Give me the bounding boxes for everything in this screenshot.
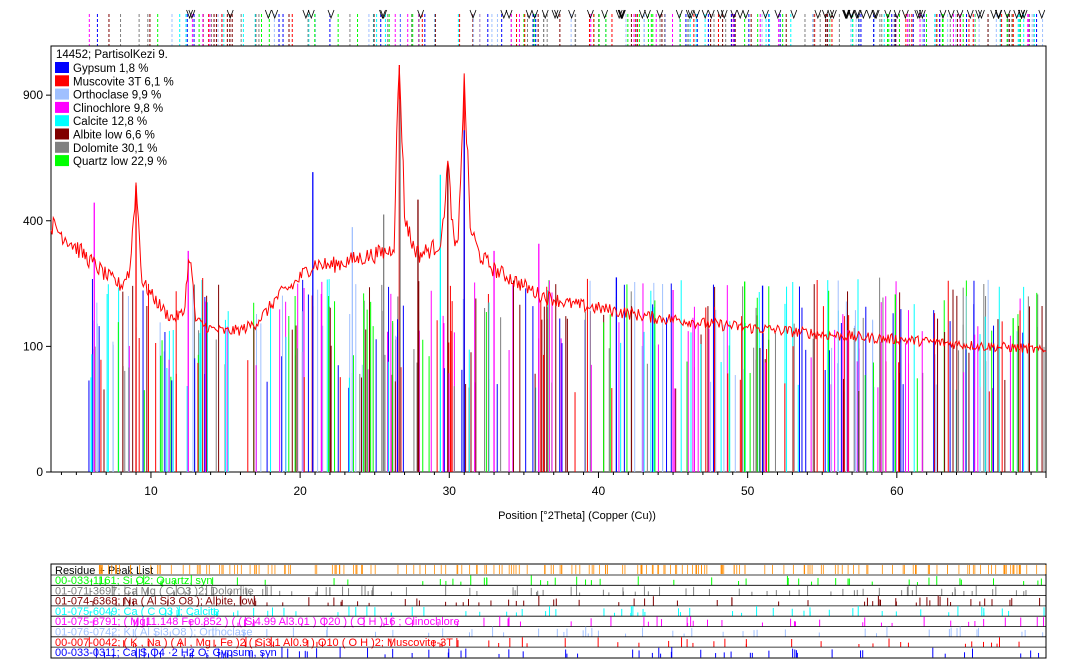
y-tick-label: 0 [36,465,43,479]
top-peak-arrow [742,9,750,20]
top-peak-arrow [264,9,272,20]
top-peak-arrow [736,9,744,20]
legend-swatch [55,101,69,113]
top-peak-arrow [790,9,798,20]
legend-swatch [55,88,69,100]
legend-entry-label: Clinochlore 9,8 % [73,103,163,115]
y-tick-label: 900 [23,88,43,102]
legend-swatch [55,128,69,140]
x-axis: 10 20 30 40 50 60 [60,472,1047,498]
top-peak-arrow [866,9,874,20]
x-tick-label: 60 [890,484,904,498]
top-peak-arrow [762,9,769,20]
top-peak-arrow [966,9,974,20]
top-peak-arrow [327,9,335,20]
legend-entry-label: Muscovite 3T 6,1 % [73,76,174,88]
top-peak-arrow [601,9,609,20]
y-tick-label: 100 [23,339,43,353]
top-peak-arrow [525,9,533,20]
reference-pattern-strip: Residue + Peak List 00-033-1161; Si O2; … [50,563,1047,659]
strip-row-label: 00-033-0311; Ca S O4 ·2 H2 O; Gypsum, sy… [55,647,277,659]
reference-peak-marker-band [88,9,1046,46]
top-peak-arrow [707,9,715,20]
legend-swatch [55,115,69,127]
y-axis: 0 100 400 900 [23,88,51,479]
xrd-diffractogram: 0 100 400 900 10 20 30 40 50 60 Position [°2Thet… [23,9,1047,659]
legend-entry-label: Calcite 12,8 % [73,116,147,128]
x-tick-label: 30 [443,484,457,498]
x-tick-label: 10 [144,484,158,498]
top-peak-arrow [644,9,651,20]
legend-entry-label: Quartz low 22,9 % [73,156,167,168]
legend: 14452; PartisolKezi 9. Gypsum 1,8 %Musco… [52,47,202,169]
x-tick-label: 20 [293,484,307,498]
y-tick-label: 400 [23,214,43,228]
legend-entry-label: Albite low 6,6 % [73,130,155,142]
legend-entry-label: Orthoclase 9,9 % [73,90,161,102]
top-peak-arrow [1038,9,1046,20]
legend-swatch [55,75,69,87]
legend-swatch [55,141,69,153]
legend-swatch [55,155,69,167]
legend-entry-label: Gypsum 1,8 % [73,63,148,75]
legend-entry-label: Dolomite 30,1 % [73,143,157,155]
x-axis-title: Position [°2Theta] (Copper (Cu)) [498,510,656,522]
legend-header: 14452; PartisolKezi 9. [56,49,168,61]
legend-swatch [55,62,69,73]
x-tick-label: 50 [741,484,755,498]
x-tick-label: 40 [592,484,606,498]
